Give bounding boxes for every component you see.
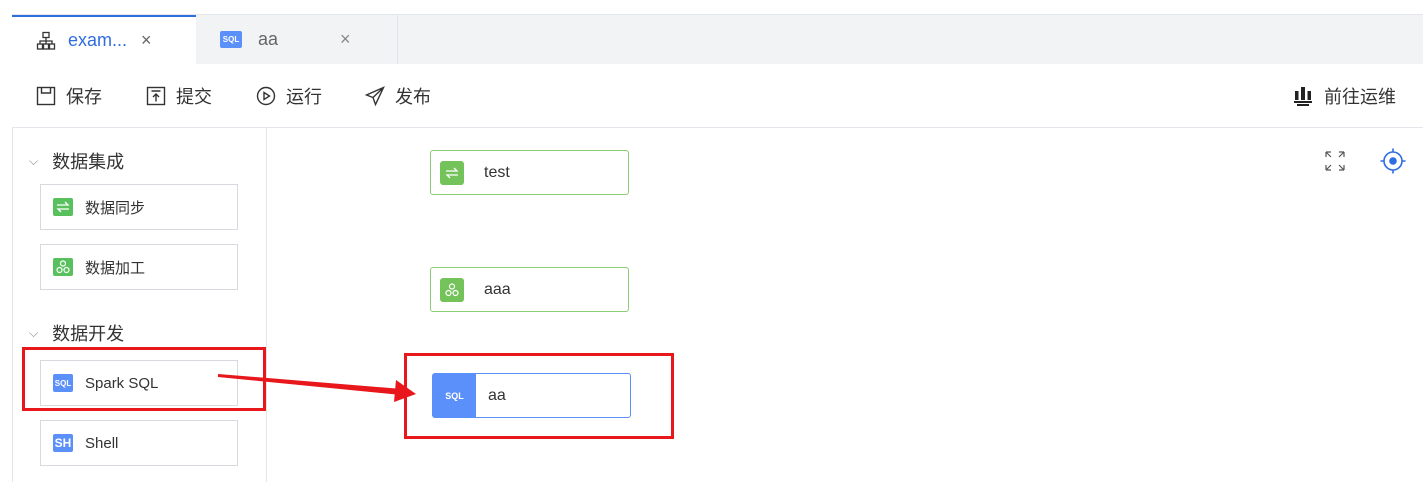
- tab-label: exam...: [68, 30, 128, 50]
- send-icon: [365, 86, 385, 106]
- annotation-arrow: [218, 374, 416, 402]
- locate-button[interactable]: [1374, 142, 1412, 180]
- run-button[interactable]: 运行: [256, 82, 322, 110]
- submit-button[interactable]: 提交: [146, 82, 212, 110]
- group-title: 数据集成: [52, 152, 125, 172]
- submit-label: 提交: [176, 87, 212, 107]
- node-icon-container: [431, 151, 472, 194]
- run-label: 运行: [286, 87, 322, 107]
- chevron-down-icon: ⌵: [29, 325, 39, 340]
- tab-close-button[interactable]: ×: [340, 29, 351, 50]
- sync-icon: [439, 160, 464, 185]
- ops-icon: [1294, 87, 1312, 106]
- canvas-node-aaa[interactable]: aaa: [430, 267, 629, 312]
- tab-aa[interactable]: SQL aa ×: [196, 15, 398, 64]
- save-button[interactable]: 保存: [36, 82, 102, 110]
- sync-icon: [53, 198, 73, 216]
- publish-button[interactable]: 发布: [365, 82, 431, 110]
- goto-ops-label: 前往运维: [1324, 87, 1396, 107]
- sidebar-item-data-sync[interactable]: 数据同步: [40, 184, 238, 230]
- sidebar: ⌵ 数据集成 数据同步 数据加工 ⌵ 数据开发 SQL Spark SQL SH…: [12, 128, 267, 482]
- node-label: test: [484, 163, 510, 181]
- fit-view-button[interactable]: [1316, 142, 1354, 180]
- save-label: 保存: [66, 87, 102, 107]
- node-label: aaa: [484, 280, 511, 298]
- highlight-box-node-aa: [404, 353, 674, 439]
- upload-icon: [146, 86, 166, 106]
- group-data-integration[interactable]: ⌵ 数据集成: [13, 148, 124, 174]
- sidebar-item-data-process[interactable]: 数据加工: [40, 244, 238, 290]
- publish-label: 发布: [395, 87, 431, 107]
- sidebar-item-label: 数据加工: [85, 259, 146, 277]
- shell-icon: SH: [53, 434, 73, 452]
- canvas-node-test[interactable]: test: [430, 150, 629, 195]
- locate-icon: [1380, 148, 1406, 174]
- group-data-development[interactable]: ⌵ 数据开发: [13, 320, 124, 346]
- goto-ops-button[interactable]: 前往运维: [1292, 82, 1396, 110]
- process-icon: [439, 277, 464, 302]
- sidebar-item-label: 数据同步: [85, 199, 146, 217]
- toolbar: 保存 提交 运行 发布 前往运维: [12, 64, 1423, 128]
- chevron-down-icon: ⌵: [29, 153, 39, 168]
- sql-icon: SQL: [220, 31, 242, 48]
- save-icon: [36, 86, 56, 106]
- process-icon: [53, 258, 73, 276]
- tab-close-button[interactable]: ×: [141, 30, 152, 51]
- sidebar-item-label: Shell: [85, 434, 119, 452]
- group-title: 数据开发: [52, 324, 125, 344]
- sidebar-item-shell[interactable]: SH Shell: [40, 420, 238, 466]
- play-icon: [256, 86, 276, 106]
- node-icon-container: [431, 268, 472, 311]
- flow-graph-icon: [36, 31, 56, 51]
- fit-view-icon: [1325, 151, 1345, 171]
- tab-bar: exam... × SQL aa ×: [12, 14, 1423, 64]
- tab-label: aa: [258, 29, 279, 49]
- tab-example-workflow[interactable]: exam... ×: [12, 15, 196, 64]
